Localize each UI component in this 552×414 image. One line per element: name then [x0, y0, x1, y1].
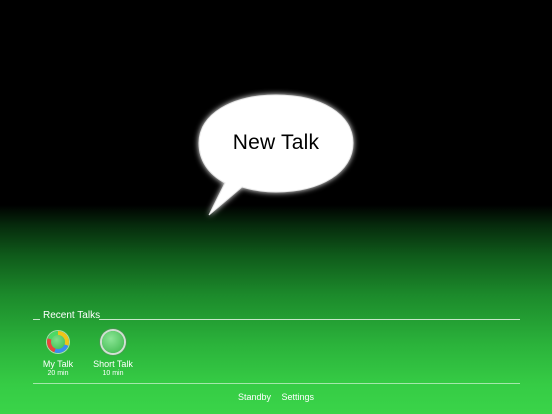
- recent-talk-my-talk[interactable]: My Talk 20 min: [28, 331, 88, 377]
- recent-talks-title: Recent Talks: [43, 310, 101, 321]
- multicolor-ring-icon: [47, 331, 69, 353]
- recent-talks-header: Recent Talks: [33, 309, 520, 325]
- speech-bubble-icon[interactable]: [197, 92, 357, 220]
- divider: [33, 383, 520, 384]
- new-talk-bubble[interactable]: New Talk: [197, 92, 357, 220]
- green-ring-icon: [102, 331, 124, 353]
- talk-name: My Talk: [42, 359, 74, 369]
- divider: [33, 319, 40, 320]
- talk-duration: 20 min: [47, 370, 69, 377]
- footer-toolbar: Standby Settings: [0, 392, 552, 402]
- recent-talk-short-talk[interactable]: Short Talk 10 min: [83, 331, 143, 377]
- standby-button[interactable]: Standby: [238, 392, 271, 402]
- talk-name: Short Talk: [93, 359, 133, 369]
- settings-button[interactable]: Settings: [282, 392, 315, 402]
- talk-duration: 10 min: [102, 370, 124, 377]
- divider: [99, 319, 520, 320]
